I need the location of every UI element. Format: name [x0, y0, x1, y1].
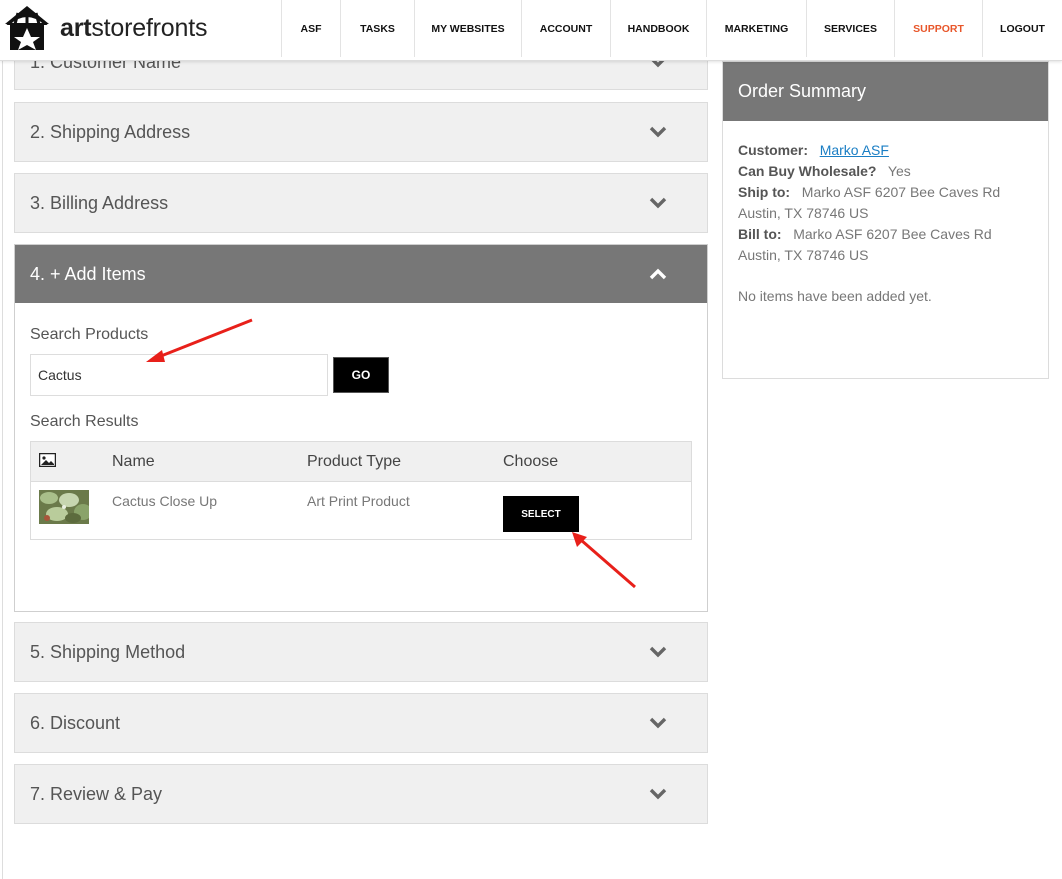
section-add-items: 4. + Add Items Search Products GO Search… — [14, 244, 708, 612]
top-header: artstorefronts ASF TASKS MY WEBSITES ACC… — [0, 0, 1062, 61]
product-name: Cactus Close Up — [112, 493, 218, 509]
nav-support[interactable]: SUPPORT — [894, 0, 982, 57]
nav-tasks[interactable]: TASKS — [340, 0, 414, 57]
chevron-down-icon — [649, 646, 667, 658]
brand-name: artstorefronts — [60, 13, 208, 42]
customer-link[interactable]: Marko ASF — [820, 142, 889, 158]
section-header[interactable]: 4. + Add Items — [15, 245, 707, 303]
ship-to-line: Ship to: Marko ASF 6207 Bee Caves Rd Aus… — [738, 182, 1033, 224]
page-left-border — [2, 61, 3, 879]
order-summary-body: Customer: Marko ASF Can Buy Wholesale? Y… — [723, 121, 1048, 307]
section-header[interactable]: 6. Discount — [15, 694, 707, 752]
brand-logo[interactable]: artstorefronts — [2, 4, 207, 52]
bill-to-label: Bill to: — [738, 226, 782, 242]
nav-asf[interactable]: ASF — [281, 0, 340, 57]
section-title: 6. Discount — [30, 712, 121, 733]
image-icon — [39, 453, 56, 467]
select-button[interactable]: SELECT — [503, 496, 579, 532]
order-summary-panel: Order Summary Customer: Marko ASF Can Bu… — [722, 61, 1049, 379]
column-choose: Choose — [503, 453, 559, 470]
product-type: Art Print Product — [307, 493, 410, 509]
column-product-type: Product Type — [307, 453, 401, 470]
storefront-logo-icon — [5, 6, 49, 50]
section-review-pay[interactable]: 7. Review & Pay — [14, 764, 708, 824]
go-button[interactable]: GO — [333, 357, 389, 393]
wholesale-line: Can Buy Wholesale? Yes — [738, 161, 1033, 182]
ship-to-label: Ship to: — [738, 184, 791, 200]
section-title: 2. Shipping Address — [30, 121, 191, 142]
nav-services[interactable]: SERVICES — [806, 0, 894, 57]
product-thumbnail — [39, 490, 89, 524]
chevron-down-icon — [649, 717, 667, 729]
chevron-down-icon — [649, 197, 667, 209]
chevron-down-icon — [649, 126, 667, 138]
search-results-label: Search Results — [30, 413, 139, 430]
section-title: 3. Billing Address — [30, 192, 169, 213]
section-title: 7. Review & Pay — [30, 783, 163, 804]
section-shipping-address[interactable]: 2. Shipping Address — [14, 102, 708, 162]
section-header[interactable]: 5. Shipping Method — [15, 623, 707, 681]
nav-marketing[interactable]: MARKETING — [706, 0, 806, 57]
section-header[interactable]: 7. Review & Pay — [15, 765, 707, 823]
section-header[interactable]: 3. Billing Address — [15, 174, 707, 232]
nav-handbook[interactable]: HANDBOOK — [610, 0, 706, 57]
wholesale-value: Yes — [887, 163, 911, 179]
wholesale-label: Can Buy Wholesale? — [738, 163, 877, 179]
section-billing-address[interactable]: 3. Billing Address — [14, 173, 708, 233]
search-products-label: Search Products — [30, 326, 149, 343]
chevron-up-icon — [649, 268, 667, 280]
section-discount[interactable]: 6. Discount — [14, 693, 708, 753]
search-products-input[interactable] — [30, 354, 328, 396]
chevron-down-icon — [649, 788, 667, 800]
no-items-message: No items have been added yet. — [738, 288, 932, 304]
customer-line: Customer: Marko ASF — [738, 140, 1033, 161]
section-header[interactable]: 2. Shipping Address — [15, 103, 707, 161]
search-results-table: Name Product Type Choose Cactus Close Up… — [30, 441, 692, 540]
nav-my-websites[interactable]: MY WEBSITES — [414, 0, 521, 57]
column-name: Name — [112, 453, 155, 470]
nav-account[interactable]: ACCOUNT — [521, 0, 610, 57]
section-shipping-method[interactable]: 5. Shipping Method — [14, 622, 708, 682]
table-header: Name Product Type Choose — [31, 442, 691, 482]
order-summary-title: Order Summary — [723, 62, 1048, 121]
nav-logout[interactable]: LOGOUT — [982, 0, 1062, 57]
bill-to-line: Bill to: Marko ASF 6207 Bee Caves Rd Aus… — [738, 224, 1033, 266]
section-title: 4. + Add Items — [30, 263, 146, 284]
customer-label: Customer: — [738, 142, 809, 158]
section-title: 5. Shipping Method — [30, 641, 186, 662]
table-row: Cactus Close Up Art Print Product SELECT — [31, 482, 691, 540]
